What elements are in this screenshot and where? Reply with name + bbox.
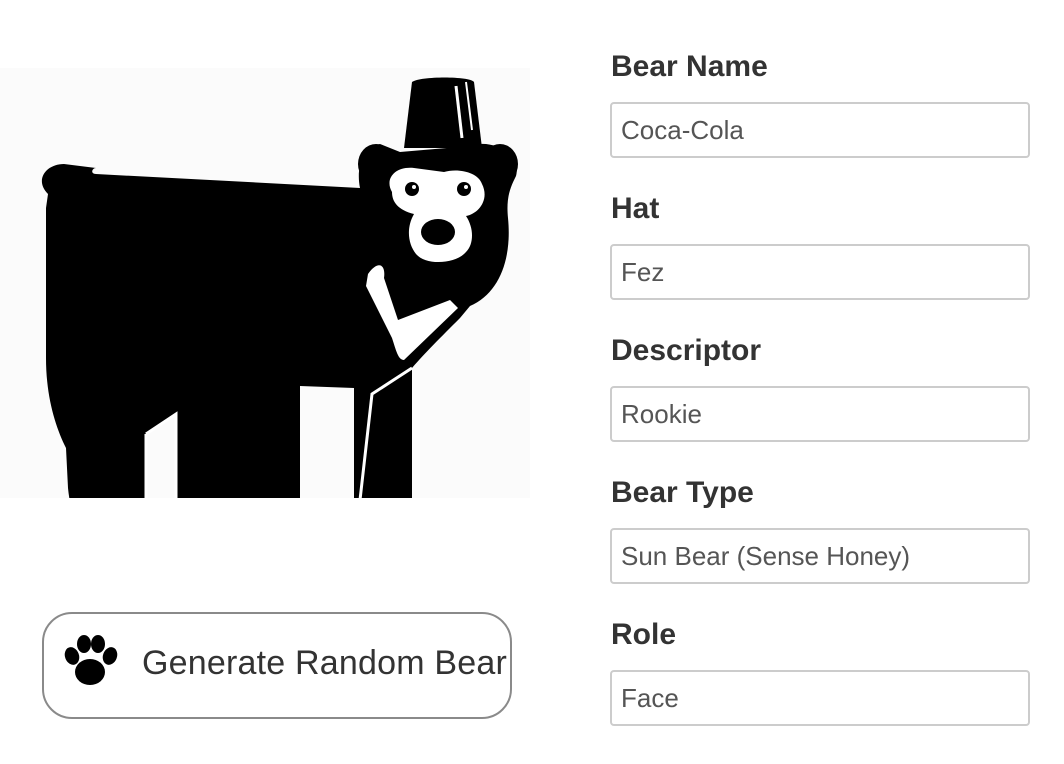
descriptor-label: Descriptor xyxy=(611,334,762,367)
bear-type-input[interactable] xyxy=(610,528,1030,584)
bear-type-label: Bear Type xyxy=(611,476,754,509)
bear-name-input[interactable] xyxy=(610,102,1030,158)
generate-button-label: Generate Random Bear xyxy=(142,644,507,682)
role-input[interactable] xyxy=(610,670,1030,726)
bear-with-fez-icon xyxy=(42,77,518,498)
bear-image xyxy=(0,68,530,498)
descriptor-input[interactable] xyxy=(610,386,1030,442)
page: Generate Random Bear Bear Name Hat Descr… xyxy=(0,0,1064,764)
bear-panel: Generate Random Bear xyxy=(0,0,560,764)
paw-icon xyxy=(64,635,118,685)
generate-random-bear-button[interactable]: Generate Random Bear xyxy=(42,612,512,719)
bear-name-label: Bear Name xyxy=(611,50,768,83)
role-label: Role xyxy=(611,618,677,651)
hat-label: Hat xyxy=(611,192,660,225)
hat-input[interactable] xyxy=(610,244,1030,300)
